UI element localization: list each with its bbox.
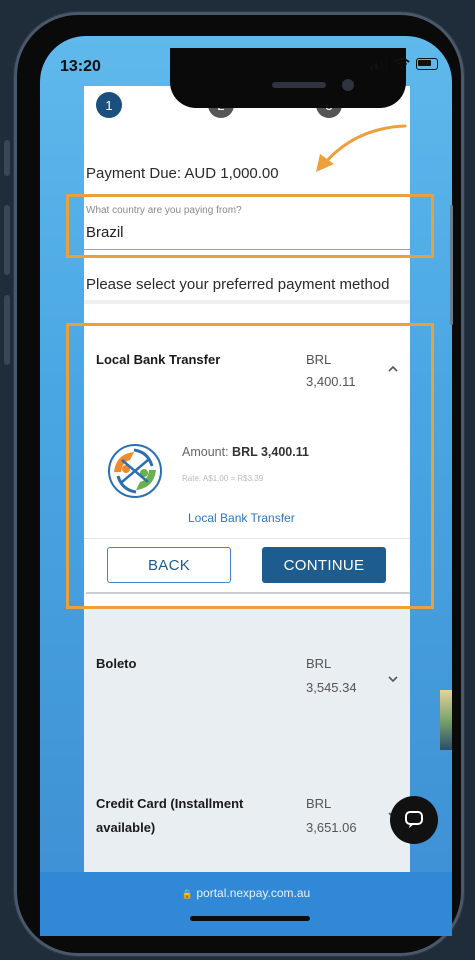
phone-side-button-3 <box>4 295 10 365</box>
home-indicator[interactable] <box>190 916 310 921</box>
country-field-underline <box>84 249 410 250</box>
background-decoration <box>440 690 452 750</box>
scrollbar[interactable] <box>450 205 453 325</box>
method-name-boleto[interactable]: Boleto <box>96 656 136 671</box>
country-field[interactable]: Brazil <box>86 224 124 241</box>
bank-transfer-logo <box>108 444 162 498</box>
detail-link[interactable]: Local Bank Transfer <box>188 511 295 525</box>
status-time: 13:20 <box>60 58 101 75</box>
method-name-credit-card-line1[interactable]: Credit Card (Installment <box>96 796 243 811</box>
url-text: 🔒 portal.nexpay.com.au <box>40 886 452 900</box>
speaker <box>272 82 326 88</box>
method-currency-credit-card: BRL <box>306 796 332 811</box>
back-button[interactable]: BACK <box>107 547 231 583</box>
battery-icon <box>416 58 438 70</box>
methods-list-panel <box>84 606 410 876</box>
method-amount-local-bank-transfer: 3,400.11 <box>306 374 356 389</box>
notch <box>170 48 406 108</box>
chat-icon <box>405 811 423 828</box>
page: 13:20 1 2 3 Payment Due: AUD 1,000.00 Wh… <box>0 0 475 960</box>
method-name-local-bank-transfer[interactable]: Local Bank Transfer <box>96 352 220 367</box>
method-amount-boleto: 3,545.34 <box>306 680 357 695</box>
actions-divider <box>84 538 410 539</box>
prompt-divider <box>84 300 410 304</box>
status-icons <box>370 58 438 70</box>
chat-button[interactable] <box>390 796 438 844</box>
camera <box>342 79 354 91</box>
signal-icon <box>370 58 388 70</box>
curved-arrow-icon <box>316 124 407 172</box>
method-currency-boleto: BRL <box>306 656 332 671</box>
method-currency-local-bank-transfer: BRL <box>306 352 332 367</box>
continue-button[interactable]: CONTINUE <box>262 547 386 583</box>
card-bottom-shadow <box>86 592 410 594</box>
lock-icon: 🔒 <box>181 889 194 899</box>
chevron-up-icon[interactable] <box>386 362 400 376</box>
browser-url-bar[interactable]: 🔒 portal.nexpay.com.au <box>40 872 452 936</box>
chevron-down-icon[interactable] <box>386 672 400 686</box>
phone-side-button-2 <box>4 205 10 275</box>
method-amount-credit-card: 3,651.06 <box>306 820 357 835</box>
country-field-label: What country are you paying from? <box>86 205 242 216</box>
detail-rate: Rate: A$1.00 = R$3.39 <box>182 474 264 483</box>
step-1[interactable]: 1 <box>96 92 122 118</box>
phone-side-button-1 <box>4 140 10 176</box>
detail-amount: Amount: BRL 3,400.11 <box>182 445 309 459</box>
wifi-icon <box>394 58 410 70</box>
url-label: portal.nexpay.com.au <box>196 886 311 900</box>
payment-due: Payment Due: AUD 1,000.00 <box>86 165 279 182</box>
detail-amount-label: Amount: <box>182 445 229 459</box>
method-name-credit-card-line2[interactable]: available) <box>96 820 155 835</box>
payment-method-prompt: Please select your preferred payment met… <box>86 276 390 293</box>
detail-amount-value: BRL 3,400.11 <box>232 445 309 459</box>
